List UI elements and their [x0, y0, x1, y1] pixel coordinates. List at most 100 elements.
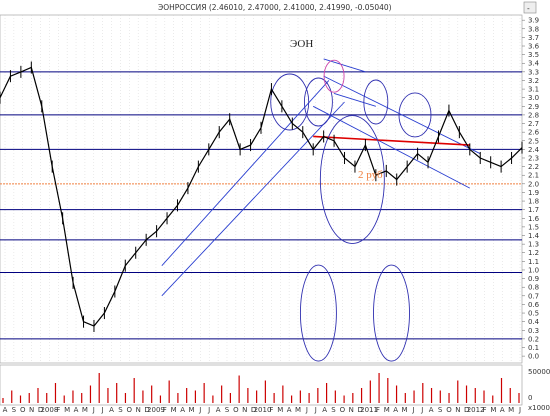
y-tick-label: 0.5: [528, 310, 539, 318]
x-tick-label: A: [216, 406, 221, 414]
y-tick-label: 3.4: [528, 60, 540, 68]
x-tick-label: M: [384, 406, 390, 414]
x-tick-label: A: [287, 406, 292, 414]
y-tick-label: 2.2: [528, 163, 539, 171]
x-tick-label: J: [207, 406, 210, 414]
x-tick-label: F: [376, 406, 380, 414]
x-tick-label: M: [188, 406, 194, 414]
y-tick-label: 0.1: [528, 344, 539, 352]
y-tick-label: 3.9: [528, 17, 539, 25]
x-tick-label: J: [518, 406, 521, 414]
y-tick-label: 0.7: [528, 292, 539, 300]
annotation-2rub: 2 руб: [358, 169, 383, 181]
x-tick-label: N: [136, 406, 141, 414]
y-tick-label: 3.5: [528, 51, 539, 59]
y-tick-label: 3.1: [528, 86, 539, 94]
x-tick-label: S: [118, 406, 123, 414]
x-tick-label: J: [314, 406, 317, 414]
volume-tick-label: x10000: [528, 404, 550, 412]
x-tick-label: O: [446, 406, 452, 414]
y-tick-label: 2.0: [528, 180, 539, 188]
x-tick-label: S: [438, 406, 443, 414]
x-tick-label: F: [269, 406, 273, 414]
x-tick-label: M: [508, 406, 514, 414]
x-tick-label: S: [12, 406, 17, 414]
x-tick-label: F: [56, 406, 60, 414]
y-tick-label: 1.5: [528, 223, 539, 231]
x-tick-label: N: [29, 406, 34, 414]
window-button[interactable]: [523, 1, 537, 14]
y-tick-label: 3.2: [528, 77, 539, 85]
x-tick-label: S: [225, 406, 230, 414]
x-tick-label: O: [340, 406, 346, 414]
x-tick-label: O: [20, 406, 26, 414]
volume-axis: 50000 0 x10000: [528, 368, 550, 412]
x-tick-label: J: [198, 406, 201, 414]
y-tick-label: 0.0: [528, 353, 539, 361]
y-tick-label: 0.3: [528, 327, 539, 335]
y-tick-label: 0.2: [528, 335, 539, 343]
x-tick-label: J: [101, 406, 104, 414]
x-tick-label: O: [127, 406, 133, 414]
y-tick-label: 1.0: [528, 266, 539, 274]
x-tick-label: M: [277, 406, 283, 414]
y-tick-label: 2.8: [528, 111, 539, 119]
y-tick-label: 1.4: [528, 232, 540, 240]
y-tick-label: 2.9: [528, 103, 539, 111]
x-tick-label: N: [242, 406, 247, 414]
x-tick-label: A: [429, 406, 434, 414]
x-tick-label: A: [3, 406, 8, 414]
title-row: ЭОНРОССИЯ (2.46010, 2.47000, 2.41000, 2.…: [158, 1, 537, 14]
y-tick-label: 3.0: [528, 94, 539, 102]
y-tick-label: 1.6: [528, 215, 540, 223]
volume-tick-label: 50000: [528, 368, 550, 376]
y-tick-label: 1.2: [528, 249, 539, 257]
annotation-eon: ЭОН: [290, 38, 313, 50]
x-tick-label: N: [349, 406, 354, 414]
x-axis: A S O N D2008F M A M J J A S O N D2009F M A M J J A S O N D2010F…: [3, 406, 521, 414]
y-tick-label: 0.4: [528, 318, 540, 326]
x-tick-label: J: [92, 406, 95, 414]
x-tick-label: M: [402, 406, 408, 414]
x-tick-label: M: [490, 406, 496, 414]
x-tick-label: M: [82, 406, 88, 414]
x-tick-label: S: [331, 406, 336, 414]
x-tick-label: A: [393, 406, 398, 414]
y-tick-label: 3.3: [528, 68, 539, 76]
y-tick-label: 3.6: [528, 43, 540, 51]
volume-tick-label: 0: [528, 394, 532, 402]
y-axis: 3.93.83.73.63.53.43.33.23.13.02.92.82.72…: [522, 17, 540, 361]
x-tick-label: A: [180, 406, 185, 414]
x-tick-label: M: [171, 406, 177, 414]
x-tick-label: J: [305, 406, 308, 414]
x-tick-label: N: [455, 406, 460, 414]
x-tick-label: A: [322, 406, 327, 414]
y-tick-label: 2.1: [528, 172, 539, 180]
x-tick-label: A: [74, 406, 79, 414]
y-tick-label: 3.8: [528, 25, 539, 33]
x-tick-label: A: [109, 406, 114, 414]
y-tick-label: 2.4: [528, 146, 540, 154]
y-tick-label: 2.6: [528, 129, 540, 137]
y-tick-label: 1.7: [528, 206, 539, 214]
x-tick-label: F: [163, 406, 167, 414]
stock-chart: ЭОНРОССИЯ (2.46010, 2.47000, 2.41000, 2.…: [0, 1, 550, 414]
price-pane: [0, 14, 523, 364]
y-tick-label: 1.9: [528, 189, 539, 197]
volume-pane: [0, 364, 523, 406]
x-tick-label: M: [295, 406, 301, 414]
y-tick-label: 1.8: [528, 198, 539, 206]
x-tick-label: A: [500, 406, 505, 414]
y-tick-label: 1.1: [528, 258, 539, 266]
x-tick-label: O: [233, 406, 239, 414]
x-tick-label: J: [411, 406, 414, 414]
y-tick-label: 3.7: [528, 34, 539, 42]
x-tick-label: M: [64, 406, 70, 414]
x-tick-label: F: [482, 406, 486, 414]
y-tick-label: 0.6: [528, 301, 540, 309]
y-tick-label: 2.3: [528, 154, 539, 162]
x-tick-label: J: [420, 406, 423, 414]
window-button-label: -: [527, 4, 530, 13]
y-tick-label: 2.7: [528, 120, 539, 128]
y-tick-label: 1.3: [528, 241, 539, 249]
